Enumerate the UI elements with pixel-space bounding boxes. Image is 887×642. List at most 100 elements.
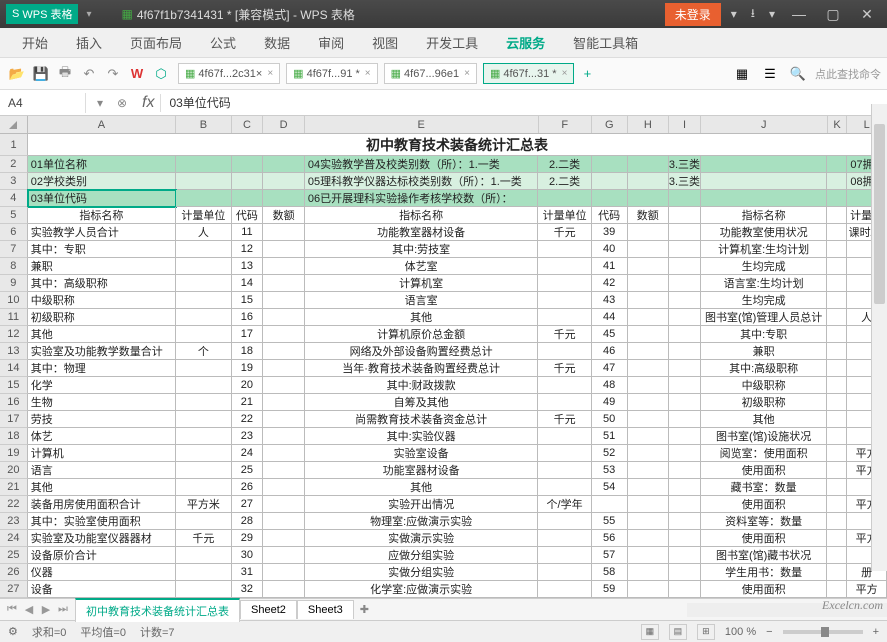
cell[interactable] xyxy=(263,360,305,377)
cell[interactable] xyxy=(628,173,670,190)
cell[interactable] xyxy=(827,241,847,258)
cell[interactable]: 功能室器材设备 xyxy=(305,462,538,479)
row-header[interactable]: 27 xyxy=(0,581,28,598)
cell[interactable]: 使用面积 xyxy=(701,581,828,598)
col-header-J[interactable]: J xyxy=(701,116,828,133)
cell[interactable] xyxy=(628,224,670,241)
cell[interactable] xyxy=(263,258,305,275)
row-header[interactable]: 11 xyxy=(0,309,28,326)
cell[interactable] xyxy=(669,479,701,496)
cell[interactable] xyxy=(176,513,231,530)
cell[interactable]: 其中:专职 xyxy=(701,326,828,343)
toolbar-list-icon[interactable]: ☰ xyxy=(759,63,781,85)
cell[interactable] xyxy=(538,513,591,530)
cell[interactable] xyxy=(827,411,847,428)
cell[interactable]: 网络及外部设备购置经费总计 xyxy=(305,343,538,360)
new-tab-button[interactable]: + xyxy=(576,63,598,85)
cell[interactable]: 18 xyxy=(232,343,264,360)
cell[interactable]: 13 xyxy=(232,258,264,275)
cell[interactable] xyxy=(263,513,305,530)
row-header[interactable]: 9 xyxy=(0,275,28,292)
cell[interactable] xyxy=(628,462,670,479)
cell[interactable] xyxy=(827,377,847,394)
row-header[interactable]: 13 xyxy=(0,343,28,360)
toolbar-more-icon[interactable]: ▦ xyxy=(731,63,753,85)
cell[interactable]: 14 xyxy=(232,275,264,292)
cell[interactable] xyxy=(263,292,305,309)
cell[interactable]: 人 xyxy=(176,224,231,241)
cell[interactable] xyxy=(669,309,701,326)
cell[interactable] xyxy=(669,258,701,275)
cell[interactable] xyxy=(538,428,591,445)
cell[interactable]: 29 xyxy=(232,530,264,547)
cell[interactable]: 其中:财政拨款 xyxy=(305,377,538,394)
cell[interactable]: 31 xyxy=(232,564,264,581)
cell[interactable] xyxy=(827,479,847,496)
cell[interactable]: 06已开展理科实验操作考核学校数（所）： xyxy=(305,190,538,207)
cell[interactable] xyxy=(827,343,847,360)
cell[interactable] xyxy=(263,224,305,241)
cell[interactable] xyxy=(628,496,670,513)
cell[interactable] xyxy=(176,360,231,377)
cell[interactable]: 兼职 xyxy=(701,343,828,360)
cell[interactable]: 实验室设备 xyxy=(305,445,538,462)
cell[interactable]: 53 xyxy=(592,462,628,479)
tab-layout[interactable]: 页面布局 xyxy=(118,28,194,57)
cell[interactable] xyxy=(701,156,828,173)
cell[interactable]: 其中:高级职称 xyxy=(701,360,828,377)
col-header-H[interactable]: H xyxy=(628,116,670,133)
cell[interactable] xyxy=(592,156,628,173)
cell[interactable] xyxy=(669,513,701,530)
cell[interactable]: 其他 xyxy=(305,309,538,326)
cell[interactable] xyxy=(701,173,828,190)
cell[interactable] xyxy=(827,394,847,411)
print-icon[interactable]: 🖶 xyxy=(54,63,76,85)
cell[interactable]: 27 xyxy=(232,496,264,513)
status-settings-icon[interactable]: ⚙ xyxy=(8,625,18,638)
col-header-A[interactable]: A xyxy=(28,116,176,133)
minimize-button[interactable]: — xyxy=(785,3,813,25)
cell[interactable] xyxy=(263,241,305,258)
cell[interactable]: 实验室及功能教学数量合计 xyxy=(28,343,176,360)
row-header[interactable]: 4 xyxy=(0,190,28,207)
cell[interactable]: 生物 xyxy=(28,394,176,411)
cell[interactable]: 语言 xyxy=(28,462,176,479)
cell[interactable]: 功能教室器材设备 xyxy=(305,224,538,241)
cell[interactable]: 05理科教学仪器达标校类别数（所）：1.一类 xyxy=(305,173,538,190)
cell[interactable] xyxy=(538,275,591,292)
cell[interactable]: 12 xyxy=(232,241,264,258)
cell[interactable] xyxy=(669,564,701,581)
tab-devtools[interactable]: 开发工具 xyxy=(414,28,490,57)
fx-icon[interactable]: fx xyxy=(136,94,161,112)
tab-review[interactable]: 审阅 xyxy=(306,28,356,57)
row-header[interactable]: 12 xyxy=(0,326,28,343)
row-header[interactable]: 26 xyxy=(0,564,28,581)
col-header-F[interactable]: F xyxy=(539,116,592,133)
formula-input[interactable]: 03单位代码 xyxy=(161,91,887,114)
cell[interactable] xyxy=(628,156,670,173)
cell[interactable] xyxy=(827,190,847,207)
cell[interactable]: 59 xyxy=(592,581,628,598)
cell[interactable] xyxy=(538,581,591,598)
cell[interactable] xyxy=(628,581,670,598)
close-icon[interactable]: × xyxy=(267,68,273,79)
cell[interactable]: 57 xyxy=(592,547,628,564)
cell[interactable]: 其中：实验室使用面积 xyxy=(28,513,176,530)
cell[interactable]: 藏书室：数量 xyxy=(701,479,828,496)
col-header-K[interactable]: K xyxy=(828,116,848,133)
cell[interactable]: 装备用房使用面积合计 xyxy=(28,496,176,513)
row-header[interactable]: 24 xyxy=(0,530,28,547)
row-header[interactable]: 16 xyxy=(0,394,28,411)
cell[interactable] xyxy=(669,445,701,462)
cell[interactable] xyxy=(669,190,701,207)
view-normal-icon[interactable]: ▦ xyxy=(641,624,659,640)
cell[interactable] xyxy=(176,326,231,343)
cell[interactable] xyxy=(592,173,628,190)
cell[interactable] xyxy=(538,190,591,207)
file-tab-1[interactable]: ▦4f67f...91 *× xyxy=(286,63,377,84)
cell[interactable] xyxy=(628,479,670,496)
cell[interactable] xyxy=(628,258,670,275)
titlebar-dropdown-icon[interactable]: ▾ xyxy=(86,9,91,20)
cell[interactable] xyxy=(176,275,231,292)
cell[interactable]: 52 xyxy=(592,445,628,462)
